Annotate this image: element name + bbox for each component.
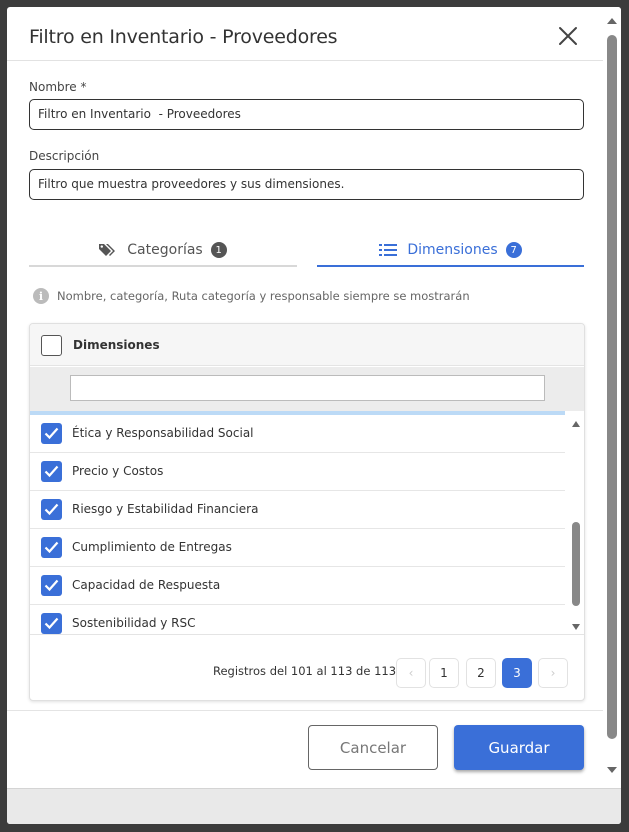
grid-header-label: Dimensiones — [73, 338, 160, 352]
tab-dimensiones-count: 7 — [505, 242, 522, 258]
row-checkbox[interactable] — [41, 613, 62, 634]
description-label: Descripción — [29, 149, 100, 163]
scroll-up-icon[interactable] — [607, 18, 617, 24]
filter-dialog: Filtro en Inventario - Proveedores Nombr… — [7, 7, 621, 824]
scroll-down-icon[interactable] — [572, 624, 580, 630]
name-field[interactable]: Filtro en Inventario - Proveedores — [29, 99, 584, 130]
check-icon — [44, 427, 59, 440]
dialog-bottom-bar — [7, 788, 621, 824]
check-icon — [44, 465, 59, 478]
description-field[interactable]: Filtro que muestra proveedores y sus dim… — [29, 169, 584, 200]
list-icon — [379, 244, 398, 256]
scroll-down-icon[interactable] — [607, 767, 617, 773]
grid-rows: Ética y Responsabilidad Social Precio y … — [30, 415, 565, 634]
row-label: Capacidad de Respuesta — [72, 578, 221, 592]
grid-filter-input[interactable] — [70, 375, 545, 401]
next-page-button[interactable]: › — [538, 658, 568, 688]
row-label: Ética y Responsabilidad Social — [72, 426, 254, 440]
dialog-scrollbar[interactable] — [603, 7, 621, 788]
tab-categorias[interactable]: Categorías 1 — [29, 235, 297, 267]
dimensions-grid: Dimensiones Ética y Responsabilidad Soci… — [29, 323, 585, 701]
table-row[interactable]: Cumplimiento de Entregas — [30, 529, 565, 567]
dialog-header: Filtro en Inventario - Proveedores — [7, 7, 605, 61]
footer-divider — [7, 710, 605, 711]
tab-dimensiones[interactable]: Dimensiones 7 — [317, 235, 584, 267]
pager-summary: Registros del 101 al 113 de 113 — [213, 664, 397, 678]
pager-divider — [30, 634, 584, 635]
tab-categorias-label: Categorías — [127, 242, 203, 258]
check-icon — [44, 579, 59, 592]
dialog-title: Filtro en Inventario - Proveedores — [29, 26, 338, 48]
name-label: Nombre * — [29, 80, 87, 94]
row-label: Cumplimiento de Entregas — [72, 540, 232, 554]
table-row[interactable]: Sostenibilidad y RSC — [30, 605, 565, 634]
close-icon[interactable] — [556, 24, 580, 48]
page-3-button[interactable]: 3 — [502, 658, 532, 688]
scroll-up-icon[interactable] — [572, 421, 580, 427]
row-checkbox[interactable] — [41, 499, 62, 520]
prev-page-button[interactable]: ‹ — [396, 658, 426, 688]
table-row[interactable]: Ética y Responsabilidad Social — [30, 415, 565, 453]
scroll-thumb[interactable] — [607, 35, 617, 739]
row-label: Sostenibilidad y RSC — [72, 616, 196, 630]
info-note: i Nombre, categoría, Ruta categoría y re… — [33, 288, 470, 304]
save-button[interactable]: Guardar — [454, 725, 584, 770]
grid-header: Dimensiones — [30, 324, 584, 366]
select-all-checkbox[interactable] — [41, 335, 62, 356]
tags-icon — [99, 244, 116, 256]
row-checkbox[interactable] — [41, 461, 62, 482]
scroll-thumb[interactable] — [572, 522, 580, 606]
info-text: Nombre, categoría, Ruta categoría y resp… — [57, 289, 470, 303]
row-checkbox[interactable] — [41, 423, 62, 444]
row-label: Precio y Costos — [72, 464, 164, 478]
row-label: Riesgo y Estabilidad Financiera — [72, 502, 259, 516]
cancel-button[interactable]: Cancelar — [308, 725, 438, 770]
check-icon — [44, 541, 59, 554]
check-icon — [44, 503, 59, 516]
table-row[interactable]: Riesgo y Estabilidad Financiera — [30, 491, 565, 529]
grid-scrollbar[interactable] — [566, 415, 584, 635]
info-icon: i — [33, 288, 49, 304]
tab-categorias-count: 1 — [210, 242, 227, 258]
table-row[interactable]: Capacidad de Respuesta — [30, 567, 565, 605]
table-row[interactable]: Precio y Costos — [30, 453, 565, 491]
grid-filter-row — [30, 367, 584, 411]
row-checkbox[interactable] — [41, 537, 62, 558]
row-checkbox[interactable] — [41, 575, 62, 596]
check-icon — [44, 617, 59, 630]
page-1-button[interactable]: 1 — [429, 658, 459, 688]
tab-dimensiones-label: Dimensiones — [407, 242, 498, 258]
page-2-button[interactable]: 2 — [466, 658, 496, 688]
